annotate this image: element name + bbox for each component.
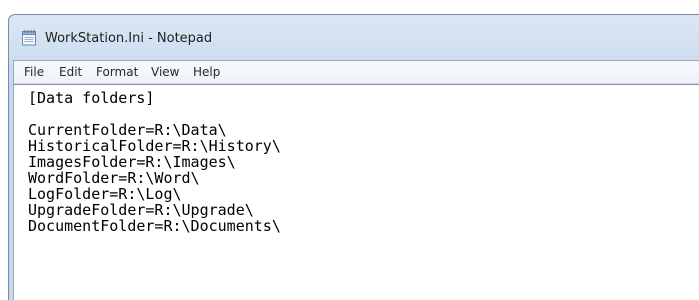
text-line: HistoricalFolder=R:\History\ bbox=[28, 137, 281, 155]
text-line: DocumentFolder=R:\Documents\ bbox=[28, 217, 281, 235]
text-line: WordFolder=R:\Word\ bbox=[28, 169, 200, 187]
menu-format[interactable]: Format bbox=[94, 64, 140, 80]
title-bar[interactable]: WorkStation.Ini - Notepad bbox=[9, 15, 699, 55]
text-editor[interactable]: [Data folders] CurrentFolder=R:\Data\ Hi… bbox=[14, 84, 699, 300]
text-line: UpgradeFolder=R:\Upgrade\ bbox=[28, 201, 254, 219]
desktop: WorkStation.Ini - Notepad File Edit Form… bbox=[0, 0, 699, 300]
menu-file[interactable]: File bbox=[22, 64, 46, 80]
notepad-window: WorkStation.Ini - Notepad File Edit Form… bbox=[8, 14, 699, 300]
menu-help[interactable]: Help bbox=[191, 64, 222, 80]
menu-view[interactable]: View bbox=[149, 64, 181, 80]
window-title: WorkStation.Ini - Notepad bbox=[45, 31, 213, 46]
menu-edit[interactable]: Edit bbox=[57, 64, 84, 80]
text-line: LogFolder=R:\Log\ bbox=[28, 185, 182, 203]
text-line: [Data folders] bbox=[28, 89, 155, 107]
text-line: ImagesFolder=R:\Images\ bbox=[28, 153, 236, 171]
client-area: File Edit Format View Help [Data folders… bbox=[13, 60, 699, 300]
text-line: CurrentFolder=R:\Data\ bbox=[28, 121, 227, 139]
notepad-icon bbox=[22, 30, 36, 46]
menu-bar: File Edit Format View Help bbox=[14, 61, 699, 84]
